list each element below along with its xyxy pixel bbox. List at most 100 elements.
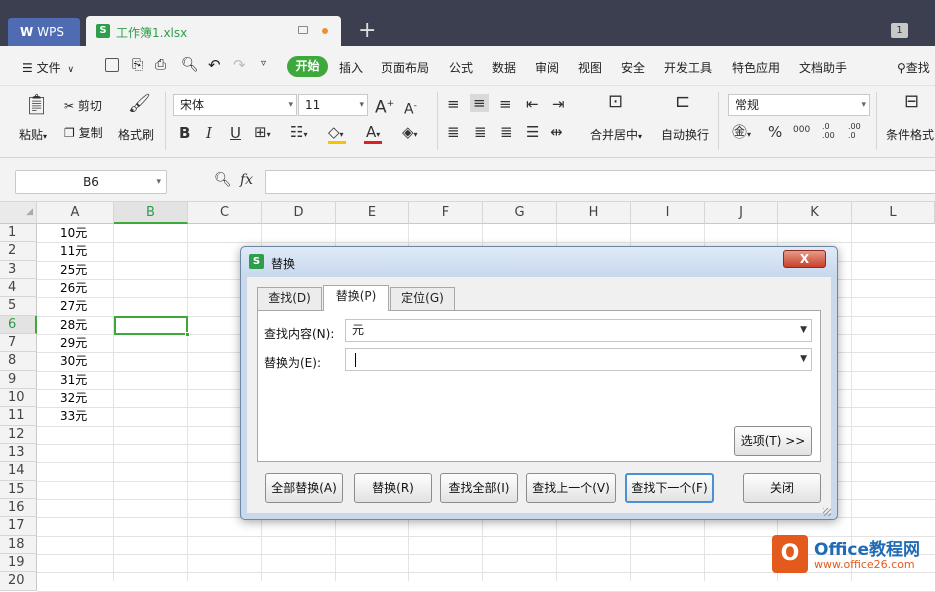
column-header-i[interactable]: I xyxy=(631,202,705,224)
cell-a7[interactable]: 29元 xyxy=(60,334,87,352)
align-middle-icon[interactable]: ≡ xyxy=(470,94,489,112)
row-header-16[interactable]: 16 xyxy=(0,498,37,518)
dialog-title-bar[interactable]: S 替换 X xyxy=(241,247,837,277)
paste-button[interactable]: 粘贴▾ xyxy=(19,126,47,143)
chevron-down-icon[interactable]: ▼ xyxy=(800,349,807,370)
cell-a5[interactable]: 27元 xyxy=(60,297,87,315)
chevron-down-icon[interactable]: ▼ xyxy=(800,320,807,341)
formula-input[interactable] xyxy=(265,170,935,194)
replace-all-button[interactable]: 全部替换(A) xyxy=(265,473,343,503)
export-pdf-icon[interactable]: ⎘ xyxy=(132,57,143,73)
cell-a6[interactable]: 28元 xyxy=(60,316,87,334)
column-header-a[interactable]: A xyxy=(37,202,114,224)
name-box[interactable]: B6 ▾ xyxy=(15,170,167,194)
row-header-19[interactable]: 19 xyxy=(0,553,37,573)
decrease-decimal-button[interactable]: .00 .0 xyxy=(848,122,870,140)
column-header-e[interactable]: E xyxy=(336,202,409,224)
row-header-7[interactable]: 7 xyxy=(0,333,37,353)
menu-formulas[interactable]: 公式 xyxy=(449,59,473,76)
document-tab[interactable]: S 工作簿1.xlsx xyxy=(86,16,341,46)
tab-find[interactable]: 查找(D) xyxy=(257,287,322,310)
cell-a3[interactable]: 25元 xyxy=(60,261,87,279)
row-header-10[interactable]: 10 xyxy=(0,388,37,408)
row-header-14[interactable]: 14 xyxy=(0,462,37,481)
dialog-close-button[interactable]: X xyxy=(783,250,826,268)
menu-security[interactable]: 安全 xyxy=(621,59,645,76)
bold-button[interactable]: B xyxy=(179,125,190,141)
italic-button[interactable]: I xyxy=(206,125,212,141)
thousands-button[interactable]: 000 xyxy=(793,122,810,138)
new-tab-button[interactable]: + xyxy=(358,16,376,46)
align-left-icon[interactable]: ≣ xyxy=(447,124,460,140)
column-header-c[interactable]: C xyxy=(188,202,262,224)
save-icon[interactable] xyxy=(105,58,119,72)
fx-button[interactable]: fx xyxy=(240,172,253,188)
cell-a1[interactable]: 10元 xyxy=(60,224,87,242)
align-center-icon[interactable]: ≣ xyxy=(474,124,487,140)
row-header-6[interactable]: 6 xyxy=(0,315,37,334)
column-header-j[interactable]: J xyxy=(705,202,778,224)
customize-toolbar-icon[interactable]: ▿ xyxy=(261,58,266,69)
menu-insert[interactable]: 插入 xyxy=(339,59,363,76)
row-header-20[interactable]: 20 xyxy=(0,572,37,591)
cell-a9[interactable]: 31元 xyxy=(60,371,87,389)
redo-icon[interactable]: ↷ xyxy=(233,56,246,74)
cell-a10[interactable]: 32元 xyxy=(60,389,87,407)
column-header-l[interactable]: L xyxy=(852,202,935,224)
row-header-15[interactable]: 15 xyxy=(0,480,37,499)
cell-a4[interactable]: 26元 xyxy=(60,279,87,297)
font-name-select[interactable]: 宋体 ▾ xyxy=(173,94,297,116)
find-input[interactable]: 元 ▼ xyxy=(345,319,812,342)
menu-special-apps[interactable]: 特色应用 xyxy=(732,59,780,76)
column-header-f[interactable]: F xyxy=(409,202,483,224)
undo-icon[interactable]: ↶ xyxy=(208,56,221,74)
format-painter-icon[interactable]: 🖌︎ xyxy=(128,95,151,113)
merge-center-icon[interactable]: ⊡ xyxy=(608,93,623,111)
row-header-18[interactable]: 18 xyxy=(0,535,37,554)
cell-style-icon[interactable]: ☷▾ xyxy=(290,124,307,143)
search-command[interactable]: ⚲查找 xyxy=(897,59,930,76)
shrink-font-button[interactable]: A- xyxy=(404,98,417,118)
paste-icon[interactable]: 📋︎ xyxy=(24,94,49,114)
column-header-g[interactable]: G xyxy=(483,202,557,224)
row-header-8[interactable]: 8 xyxy=(0,352,37,371)
find-all-button[interactable]: 查找全部(I) xyxy=(440,473,518,503)
merge-center-button[interactable]: 合并居中▾ xyxy=(590,126,642,143)
menu-review[interactable]: 审阅 xyxy=(535,59,559,76)
menu-page-layout[interactable]: 页面布局 xyxy=(381,59,429,76)
menu-home-tab[interactable]: 开始 xyxy=(287,56,328,77)
increase-indent-icon[interactable]: ⇥ xyxy=(552,96,565,112)
tab-goto[interactable]: 定位(G) xyxy=(390,287,455,310)
increase-decimal-button[interactable]: .0 .00 xyxy=(822,122,844,140)
zoom-search-icon[interactable]: 🔍︎ xyxy=(214,172,232,188)
cell-a11[interactable]: 33元 xyxy=(60,407,87,425)
find-next-button[interactable]: 查找下一个(F) xyxy=(625,473,714,503)
row-header-1[interactable]: 1 xyxy=(0,224,37,243)
row-header-3[interactable]: 3 xyxy=(0,260,37,279)
wrap-text-button[interactable]: 自动换行 xyxy=(661,126,709,143)
wps-app-tab[interactable]: W WPS xyxy=(8,18,80,46)
menu-doc-assistant[interactable]: 文档助手 xyxy=(799,59,847,76)
cut-button[interactable]: ✂ 剪切 xyxy=(64,97,102,114)
align-bottom-icon[interactable]: ≡ xyxy=(499,96,512,112)
row-header-2[interactable]: 2 xyxy=(0,242,37,261)
replace-button[interactable]: 替换(R) xyxy=(354,473,432,503)
column-header-d[interactable]: D xyxy=(262,202,336,224)
select-all-corner[interactable]: ◢ xyxy=(0,202,37,224)
align-right-icon[interactable]: ≣ xyxy=(500,124,513,140)
row-header-17[interactable]: 17 xyxy=(0,517,37,536)
monitor-icon[interactable] xyxy=(298,26,308,34)
menu-view[interactable]: 视图 xyxy=(578,59,602,76)
row-header-5[interactable]: 5 xyxy=(0,297,37,316)
font-size-select[interactable]: 11 ▾ xyxy=(298,94,368,116)
row-header-13[interactable]: 13 xyxy=(0,443,37,463)
column-header-b[interactable]: B xyxy=(114,202,188,224)
borders-icon[interactable]: ⊞▾ xyxy=(254,124,271,143)
row-header-12[interactable]: 12 xyxy=(0,425,37,444)
fill-handle[interactable] xyxy=(185,332,190,337)
print-icon[interactable]: ⎙ xyxy=(155,57,166,73)
justify-icon[interactable]: ☰ xyxy=(526,124,539,140)
row-header-4[interactable]: 4 xyxy=(0,278,37,298)
replace-input[interactable]: ▼ xyxy=(345,348,812,371)
menu-developer[interactable]: 开发工具 xyxy=(664,59,712,76)
